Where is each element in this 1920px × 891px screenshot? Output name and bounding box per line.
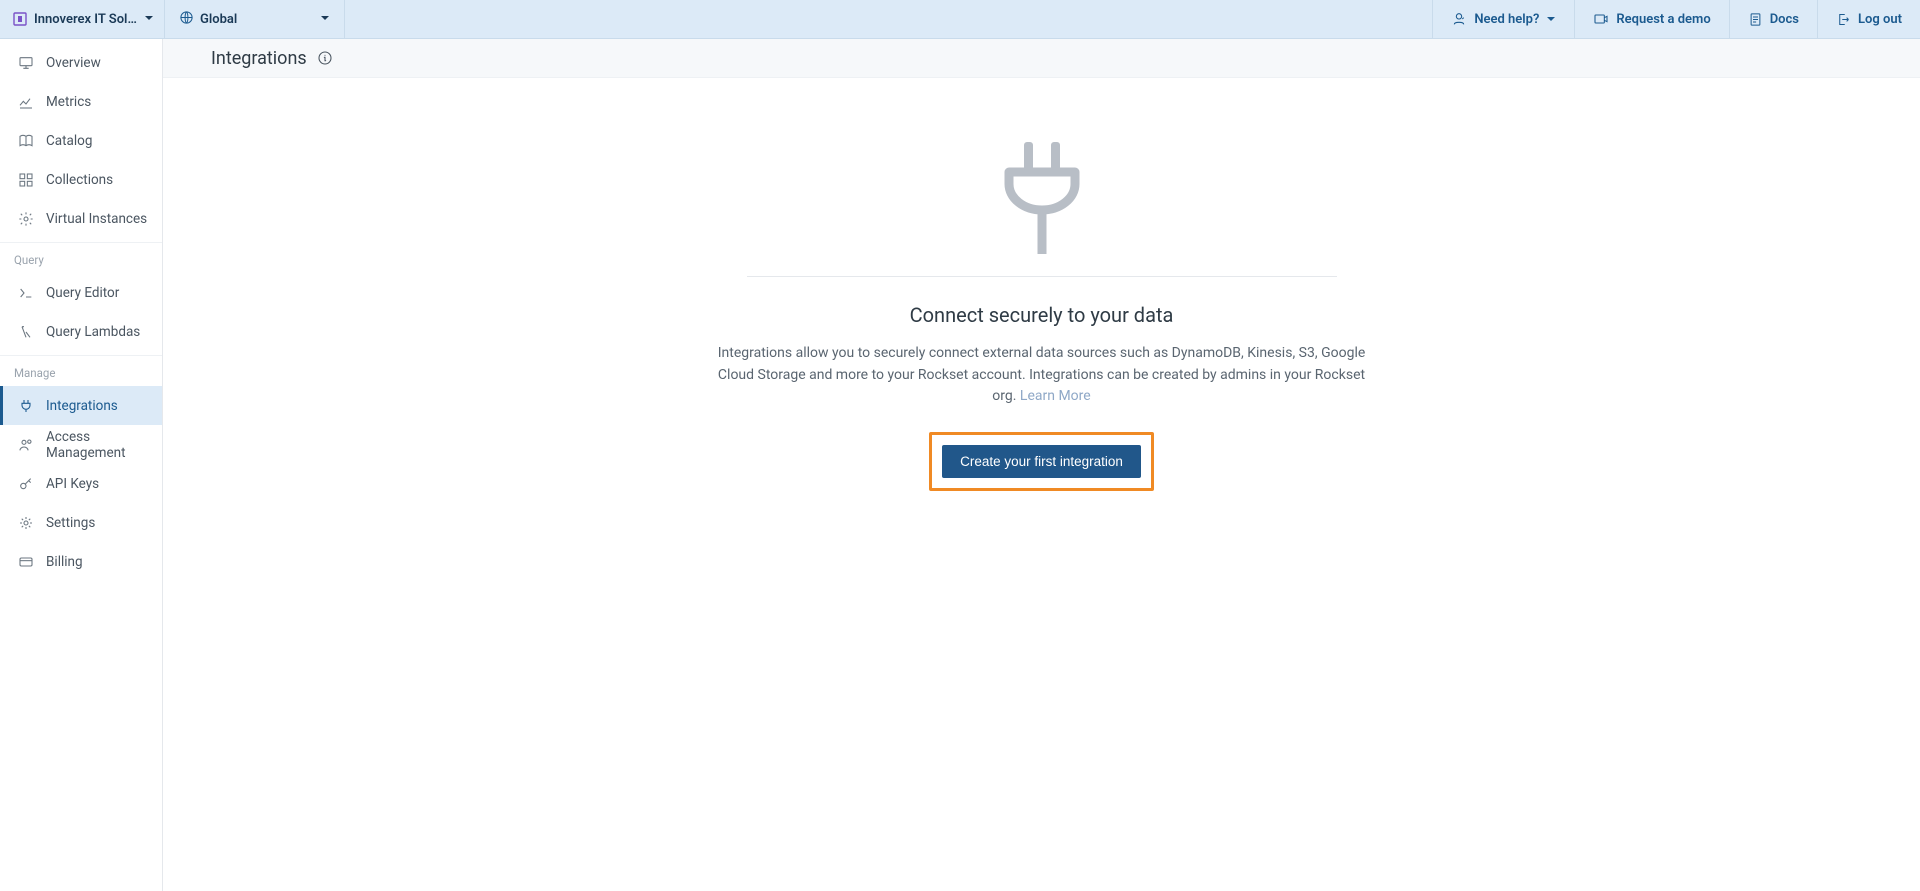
sidebar-label: Billing xyxy=(46,554,83,570)
top-bar: Innoverex IT Solution... Global Need hel… xyxy=(0,0,1920,39)
page-header: Integrations xyxy=(163,39,1920,78)
sidebar-item-api-keys[interactable]: API Keys xyxy=(0,464,162,503)
sidebar-label: Access Management xyxy=(46,429,150,461)
cta-highlight: Create your first integration xyxy=(929,432,1154,491)
sidebar-label: API Keys xyxy=(46,476,99,492)
sidebar-item-collections[interactable]: Collections xyxy=(0,160,162,199)
terminal-icon xyxy=(18,285,34,301)
need-help-label: Need help? xyxy=(1474,12,1539,27)
sidebar-label: Catalog xyxy=(46,133,92,149)
card-icon xyxy=(18,554,34,570)
content-area: Connect securely to your data Integratio… xyxy=(163,78,1920,891)
region-name: Global xyxy=(200,12,237,27)
divider xyxy=(747,276,1337,277)
sidebar-label: Virtual Instances xyxy=(46,211,147,227)
sidebar-item-billing[interactable]: Billing xyxy=(0,542,162,581)
sidebar: Overview Metrics Catalog Collections Vir… xyxy=(0,39,163,891)
sidebar-section-manage: Manage xyxy=(0,355,162,386)
sidebar-label: Collections xyxy=(46,172,113,188)
sidebar-item-query-lambdas[interactable]: Query Lambdas xyxy=(0,312,162,351)
sidebar-label: Settings xyxy=(46,515,95,531)
sidebar-label: Integrations xyxy=(46,398,118,414)
settings-icon xyxy=(18,515,34,531)
sidebar-item-settings[interactable]: Settings xyxy=(0,503,162,542)
org-selector[interactable]: Innoverex IT Solution... xyxy=(0,0,165,38)
caret-down-icon xyxy=(144,11,154,27)
sidebar-item-metrics[interactable]: Metrics xyxy=(0,82,162,121)
need-help-button[interactable]: Need help? xyxy=(1432,0,1574,38)
lambda-icon xyxy=(18,324,34,340)
topbar-left: Innoverex IT Solution... Global xyxy=(0,0,345,38)
sidebar-item-overview[interactable]: Overview xyxy=(0,43,162,82)
learn-more-link[interactable]: Learn More xyxy=(1020,388,1091,404)
info-icon[interactable] xyxy=(317,50,333,66)
sidebar-label: Query Lambdas xyxy=(46,324,140,340)
sidebar-section-query: Query xyxy=(0,242,162,273)
logout-label: Log out xyxy=(1858,12,1902,27)
sidebar-item-virtual-instances[interactable]: Virtual Instances xyxy=(0,199,162,238)
sidebar-item-integrations[interactable]: Integrations xyxy=(0,386,162,425)
request-demo-label: Request a demo xyxy=(1616,12,1710,27)
page-title: Integrations xyxy=(211,48,307,69)
globe-icon xyxy=(179,10,194,29)
caret-down-icon xyxy=(1546,14,1556,24)
topbar-right: Need help? Request a demo Docs Log out xyxy=(1432,0,1920,38)
main-content: Integrations Connect securely to your da… xyxy=(163,39,1920,891)
org-logo-icon xyxy=(12,11,28,27)
empty-description: Integrations allow you to securely conne… xyxy=(717,343,1367,408)
create-integration-button[interactable]: Create your first integration xyxy=(942,445,1141,478)
docs-button[interactable]: Docs xyxy=(1729,0,1817,38)
empty-state: Connect securely to your data Integratio… xyxy=(692,138,1392,891)
gear-icon xyxy=(18,211,34,227)
monitor-icon xyxy=(18,55,34,71)
caret-down-icon xyxy=(320,11,330,27)
sidebar-label: Query Editor xyxy=(46,285,119,301)
sidebar-label: Overview xyxy=(46,55,101,71)
sidebar-item-query-editor[interactable]: Query Editor xyxy=(0,273,162,312)
book-icon xyxy=(18,133,34,149)
org-name: Innoverex IT Solution... xyxy=(34,12,140,27)
sidebar-label: Metrics xyxy=(46,94,91,110)
users-icon xyxy=(18,437,34,453)
grid-icon xyxy=(18,172,34,188)
empty-heading: Connect securely to your data xyxy=(692,303,1392,327)
sidebar-item-catalog[interactable]: Catalog xyxy=(0,121,162,160)
docs-label: Docs xyxy=(1770,12,1799,27)
logout-button[interactable]: Log out xyxy=(1817,0,1920,38)
sidebar-item-access-management[interactable]: Access Management xyxy=(0,425,162,464)
chart-icon xyxy=(18,94,34,110)
region-selector[interactable]: Global xyxy=(165,0,345,38)
key-icon xyxy=(18,476,34,492)
plug-icon xyxy=(18,398,34,414)
plug-illustration-icon xyxy=(982,138,1102,258)
request-demo-button[interactable]: Request a demo xyxy=(1574,0,1728,38)
